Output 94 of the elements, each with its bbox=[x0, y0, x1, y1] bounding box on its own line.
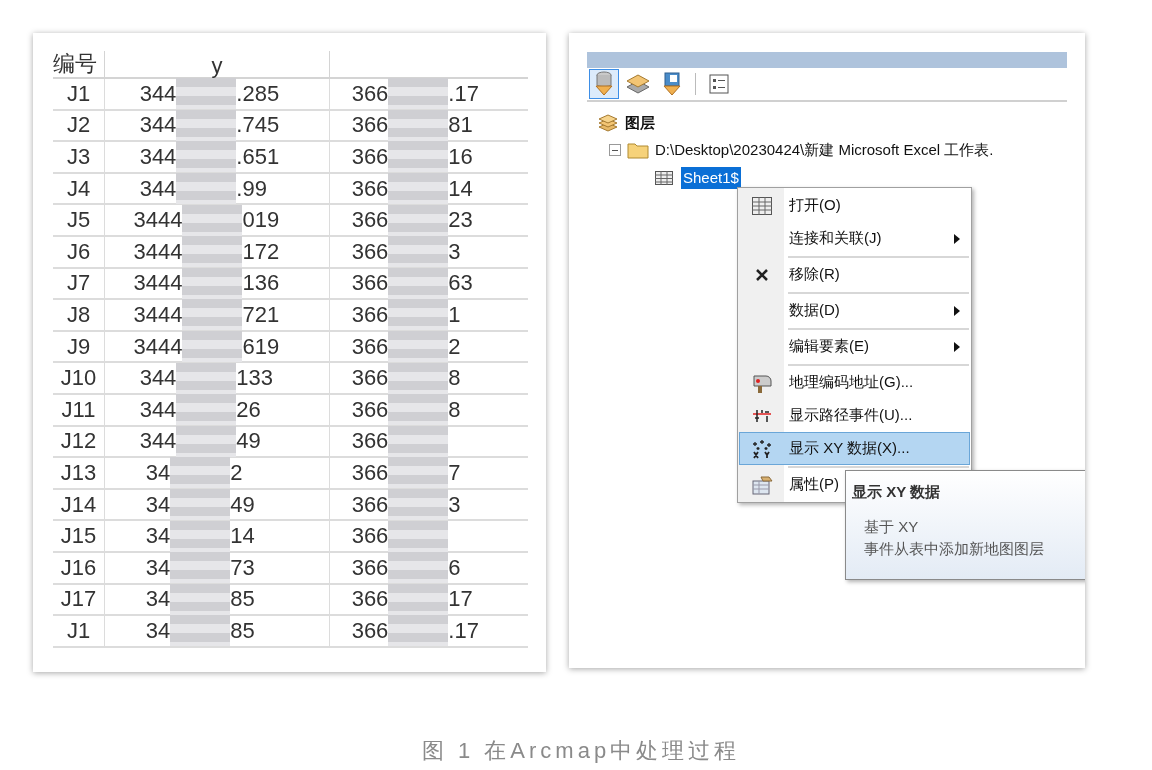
cell-value: 366 bbox=[351, 209, 389, 232]
cell-value: .651 bbox=[236, 146, 281, 168]
row-id: J15 bbox=[60, 525, 97, 548]
row-id: J4 bbox=[66, 177, 91, 200]
row-id: J10 bbox=[60, 367, 97, 390]
cell-value: 16 bbox=[448, 146, 474, 168]
cell-value: 63 bbox=[448, 272, 474, 295]
row-id: J9 bbox=[66, 335, 91, 358]
cell-value: 344 bbox=[139, 82, 177, 105]
cell-value: 34 bbox=[145, 493, 171, 516]
cell-value: 366 bbox=[351, 114, 389, 137]
cell-value: .17 bbox=[448, 619, 480, 642]
row-id: J1 bbox=[66, 619, 91, 642]
cell-value: 34 bbox=[145, 461, 171, 484]
cell-value: 3444 bbox=[133, 303, 183, 326]
cell-value: 3444 bbox=[133, 240, 183, 263]
cell-value: 344 bbox=[139, 430, 177, 453]
cell-value: 344 bbox=[139, 398, 177, 421]
cell-value: 3444 bbox=[133, 209, 183, 232]
cell-value: 366 bbox=[351, 240, 389, 263]
tooltip-title: 显示 XY 数据 bbox=[852, 482, 942, 502]
tooltip-text: 事件从表中添加新地图图层 bbox=[864, 538, 1045, 559]
cell-value: .17 bbox=[448, 82, 480, 105]
cell-value: 23 bbox=[448, 209, 474, 232]
row-id: J3 bbox=[66, 146, 91, 168]
row-id: J11 bbox=[61, 398, 96, 421]
cell-value: 366 bbox=[351, 525, 389, 548]
cell-value: 366 bbox=[351, 556, 389, 579]
cell-value: 14 bbox=[230, 525, 256, 548]
row-id: J5 bbox=[66, 209, 91, 232]
cell-value: 366 bbox=[351, 272, 389, 295]
cell-value: 85 bbox=[230, 619, 256, 642]
cell-value: 1 bbox=[448, 303, 462, 326]
row-id: J2 bbox=[66, 114, 91, 137]
cell-value: 34 bbox=[145, 525, 171, 548]
cell-value: 019 bbox=[242, 209, 281, 232]
cell-value: 3 bbox=[448, 240, 462, 263]
row-id: J16 bbox=[60, 556, 97, 579]
cell-value: 366 bbox=[351, 430, 389, 453]
row-id: J8 bbox=[66, 303, 91, 326]
cell-value: 49 bbox=[230, 493, 256, 516]
cell-value: 344 bbox=[139, 367, 177, 390]
cell-value: 136 bbox=[242, 272, 281, 295]
cell-value: 6 bbox=[448, 556, 462, 579]
cell-value: 344 bbox=[139, 146, 177, 168]
row-id: J13 bbox=[60, 461, 97, 484]
cell-value: 3444 bbox=[133, 272, 183, 295]
cell-value: 2 bbox=[448, 335, 462, 358]
cell-value: 366 bbox=[351, 619, 389, 642]
cell-value: 73 bbox=[230, 556, 256, 579]
cell-value: .285 bbox=[236, 82, 281, 105]
row-id: J12 bbox=[60, 430, 97, 453]
cell-value: 366 bbox=[351, 82, 389, 105]
cell-value: 34 bbox=[145, 556, 171, 579]
cell-value: 366 bbox=[351, 461, 389, 484]
cell-value: 34 bbox=[145, 619, 171, 642]
row-id: J1 bbox=[66, 82, 91, 105]
cell-value: 8 bbox=[448, 367, 462, 390]
cell-value: 366 bbox=[351, 303, 389, 326]
column-header: y bbox=[211, 55, 223, 77]
cell-value: 172 bbox=[242, 240, 281, 263]
row-id: J7 bbox=[66, 272, 91, 295]
column-header: 编号 bbox=[53, 53, 97, 75]
tooltip-text: 基于 XY bbox=[864, 516, 920, 537]
cell-value: 49 bbox=[236, 430, 262, 453]
cell-value: 2 bbox=[230, 461, 244, 484]
cell-value: 366 bbox=[351, 398, 389, 421]
row-id: J14 bbox=[60, 493, 97, 516]
cell-value: .99 bbox=[236, 177, 268, 200]
cell-value: 85 bbox=[230, 588, 256, 611]
cell-value: 81 bbox=[448, 114, 474, 137]
row-id: J6 bbox=[66, 240, 91, 263]
cell-value: 344 bbox=[139, 114, 177, 137]
cell-value: 366 bbox=[351, 177, 389, 200]
cell-value: 34 bbox=[145, 588, 171, 611]
cell-value: 14 bbox=[448, 177, 474, 200]
cell-value: .745 bbox=[236, 114, 281, 137]
row-id: J17 bbox=[60, 588, 97, 611]
cell-value: 3444 bbox=[133, 335, 183, 358]
cell-value: 26 bbox=[236, 398, 262, 421]
cell-value: 344 bbox=[139, 177, 177, 200]
cell-value: 721 bbox=[242, 303, 281, 326]
cell-value: 8 bbox=[448, 398, 462, 421]
cell-value: 366 bbox=[351, 367, 389, 390]
cell-value: 133 bbox=[236, 367, 275, 390]
cell-value: 366 bbox=[351, 588, 389, 611]
cell-value: 17 bbox=[448, 588, 474, 611]
figure-caption: 图 1 在Arcmap中处理过程 bbox=[421, 737, 741, 765]
cell-value: 7 bbox=[448, 461, 462, 484]
cell-value: 619 bbox=[242, 335, 281, 358]
cell-value: 366 bbox=[351, 146, 389, 168]
cell-value: 366 bbox=[351, 493, 389, 516]
cell-value: 366 bbox=[351, 335, 389, 358]
cell-value: 3 bbox=[448, 493, 462, 516]
